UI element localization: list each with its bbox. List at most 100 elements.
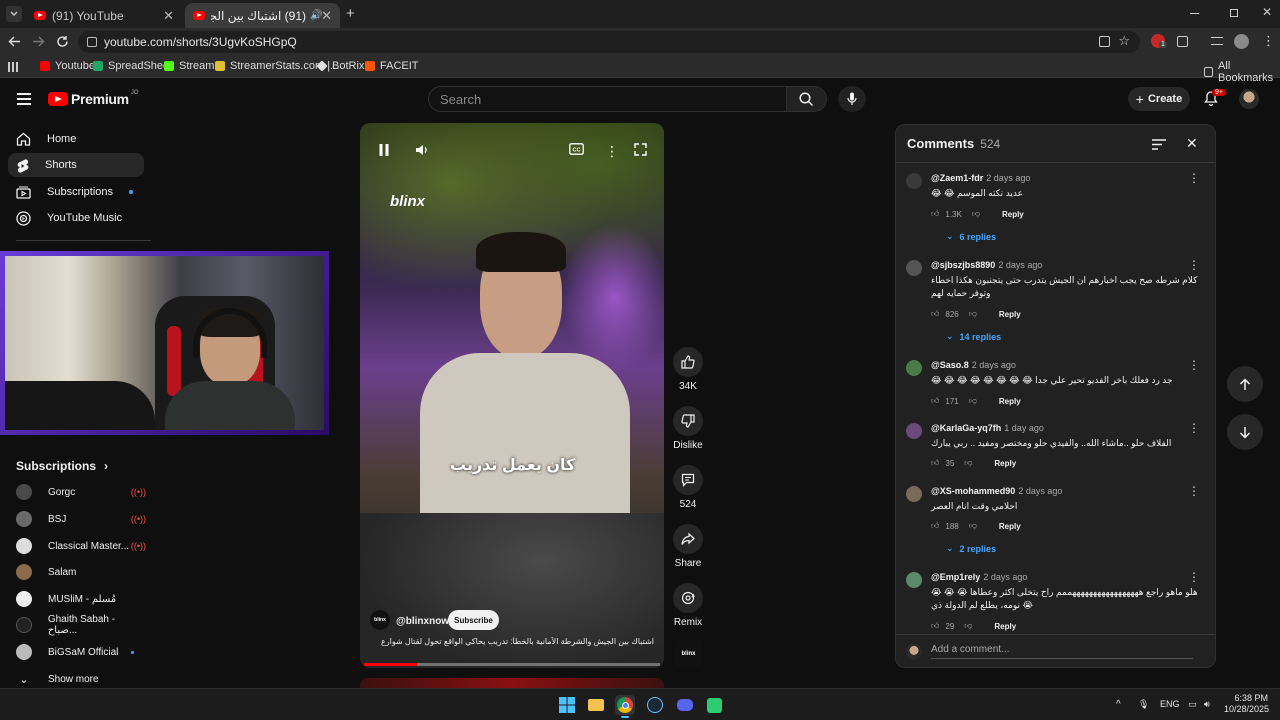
view-replies-button[interactable]: ⌄ 14 replies (946, 331, 1001, 342)
all-bookmarks[interactable]: All Bookmarks (1204, 60, 1280, 84)
account-avatar[interactable] (1239, 89, 1259, 109)
comment-menu-icon[interactable]: ⋮ (1188, 358, 1200, 372)
media-control-icon[interactable] (1211, 37, 1223, 45)
bookmark-stream[interactable]: Stream (164, 60, 214, 72)
show-hidden-icons-icon[interactable]: ^ (1116, 699, 1121, 710)
add-comment-input[interactable]: Add a comment... (931, 644, 1193, 659)
sidebar-item-home[interactable]: Home (8, 127, 144, 151)
thumbs-up-icon[interactable]: 👍︎ (931, 621, 939, 631)
subscriptions-section-title[interactable]: Subscriptions › (16, 459, 108, 473)
forward-icon[interactable] (32, 35, 45, 53)
create-button[interactable]: + Create (1128, 87, 1190, 111)
share-button[interactable]: Share (672, 524, 704, 569)
comments-button[interactable]: 524 (672, 465, 704, 510)
thumbs-down-icon[interactable]: 👎︎ (969, 396, 977, 406)
shorts-video-player[interactable]: blinx كان يعمل تدريب blinx @blinxnow Sub… (360, 123, 664, 668)
comment-menu-icon[interactable]: ⋮ (1188, 484, 1200, 498)
app-button[interactable] (704, 695, 724, 715)
reply-button[interactable]: Reply (994, 459, 1016, 468)
dislike-button[interactable]: Dislike (672, 406, 704, 451)
thumbs-up-icon[interactable]: 👍︎ (931, 521, 939, 531)
next-short-button[interactable] (1227, 414, 1263, 450)
tab-current-short[interactable]: (91) اشتباك بين الجيش والشر 🔊 ✕ (185, 3, 340, 28)
sidebar-item-subscriptions[interactable]: Subscriptions (8, 180, 144, 204)
subscription-classical-master[interactable]: Classical Master... ((•)) (16, 537, 146, 555)
file-explorer-button[interactable] (586, 695, 606, 715)
thumbs-down-icon[interactable]: 👎︎ (964, 621, 972, 631)
bookmark-spreadsheet[interactable]: SpreadSheet (93, 60, 172, 72)
commenter-avatar[interactable] (906, 360, 922, 376)
microphone-tray-icon[interactable]: 🎙︎ (1138, 699, 1149, 710)
subscription-muslim[interactable]: MUSliM - مُسلم (16, 590, 146, 608)
chrome-button[interactable] (615, 695, 635, 715)
bookmark-botrix[interactable]: BotRix (316, 60, 364, 72)
start-button[interactable] (557, 695, 577, 715)
fullscreen-button[interactable] (634, 143, 647, 156)
sidebar-item-youtube-music[interactable]: YouTube Music (8, 206, 144, 230)
guide-menu-icon[interactable] (17, 93, 31, 105)
thumbs-down-icon[interactable]: 👎︎ (964, 458, 972, 468)
tab-close-icon[interactable]: ✕ (163, 8, 174, 24)
sidebar-item-shorts[interactable]: Shorts (8, 153, 144, 177)
tab-list-dropdown-icon[interactable] (6, 6, 22, 22)
restore-window-icon[interactable] (1230, 9, 1238, 17)
search-button[interactable] (787, 86, 827, 112)
view-replies-button[interactable]: ⌄ 6 replies (946, 231, 996, 242)
subscription-ghaith-sabah[interactable]: Ghaith Sabah - صباح... (16, 614, 146, 636)
like-button[interactable]: 34K (672, 347, 704, 392)
discord-button[interactable] (675, 695, 695, 715)
thumbs-up-icon[interactable]: 👍︎ (931, 396, 939, 406)
thumbs-down-icon[interactable]: 👎︎ (969, 309, 977, 319)
comment-menu-icon[interactable]: ⋮ (1188, 171, 1200, 185)
subscription-bigsam[interactable]: BiGSaM Official (16, 643, 146, 661)
commenter-avatar[interactable] (906, 486, 922, 502)
view-replies-button[interactable]: ⌄ 2 replies (946, 543, 996, 554)
extension-red-icon[interactable]: 1 (1151, 34, 1167, 48)
bookmark-youtube[interactable]: Youtube (40, 60, 95, 72)
bookmark-faceit[interactable]: FACEIT (365, 60, 419, 72)
next-short-preview[interactable] (360, 678, 664, 688)
back-icon[interactable] (8, 35, 21, 53)
volume-button[interactable] (415, 143, 429, 157)
close-window-icon[interactable]: ✕ (1262, 5, 1272, 19)
reply-button[interactable]: Reply (999, 310, 1021, 319)
clock[interactable]: 6:38 PM 10/28/2025 (1224, 693, 1269, 715)
notifications-button[interactable]: 9+ (1204, 89, 1226, 111)
remix-button[interactable]: Remix (672, 583, 704, 628)
thumbs-up-icon[interactable]: 👍︎ (931, 309, 939, 319)
commenter-avatar[interactable] (906, 260, 922, 276)
comment-menu-icon[interactable]: ⋮ (1188, 570, 1200, 584)
close-comments-button[interactable]: ✕ (1186, 135, 1198, 152)
profile-avatar-icon[interactable] (1234, 34, 1249, 49)
volume-tray-icon[interactable]: 🔊︎ (1204, 699, 1210, 710)
thumbs-up-icon[interactable]: 👍︎ (931, 209, 939, 219)
comment-menu-icon[interactable]: ⋮ (1188, 258, 1200, 272)
previous-short-button[interactable] (1227, 366, 1263, 402)
comment-menu-icon[interactable]: ⋮ (1188, 421, 1200, 435)
captions-button[interactable]: CC (569, 143, 584, 155)
commenter-avatar[interactable] (906, 423, 922, 439)
search-input[interactable]: Search (428, 86, 787, 112)
language-indicator[interactable]: ENG (1160, 699, 1180, 709)
bookmark-star-icon[interactable]: ☆ (1118, 33, 1130, 49)
apps-grid-icon[interactable] (8, 62, 18, 72)
thumbs-up-icon[interactable]: 👍︎ (931, 458, 939, 468)
pause-button[interactable] (378, 143, 390, 157)
commenter-avatar[interactable] (906, 173, 922, 189)
tab-close-icon[interactable]: ✕ (321, 8, 332, 24)
video-progress-track[interactable] (364, 663, 660, 666)
minimize-window-icon[interactable] (1190, 13, 1199, 14)
reply-button[interactable]: Reply (994, 622, 1016, 631)
show-more-button[interactable]: ⌄ Show more (16, 670, 146, 688)
thumbs-down-icon[interactable]: 👎︎ (972, 209, 980, 219)
more-options-button[interactable]: ⋮ (605, 143, 619, 160)
remix-channel-avatar[interactable]: blinx (675, 640, 702, 667)
steam-button[interactable] (645, 695, 665, 715)
reply-button[interactable]: Reply (999, 397, 1021, 406)
channel-name[interactable]: @blinxnow (396, 616, 449, 627)
site-info-icon[interactable] (87, 37, 97, 47)
channel-avatar[interactable]: blinx (370, 610, 390, 630)
extensions-puzzle-icon[interactable] (1177, 36, 1188, 47)
voice-search-button[interactable] (838, 86, 866, 112)
reload-icon[interactable] (56, 35, 69, 53)
